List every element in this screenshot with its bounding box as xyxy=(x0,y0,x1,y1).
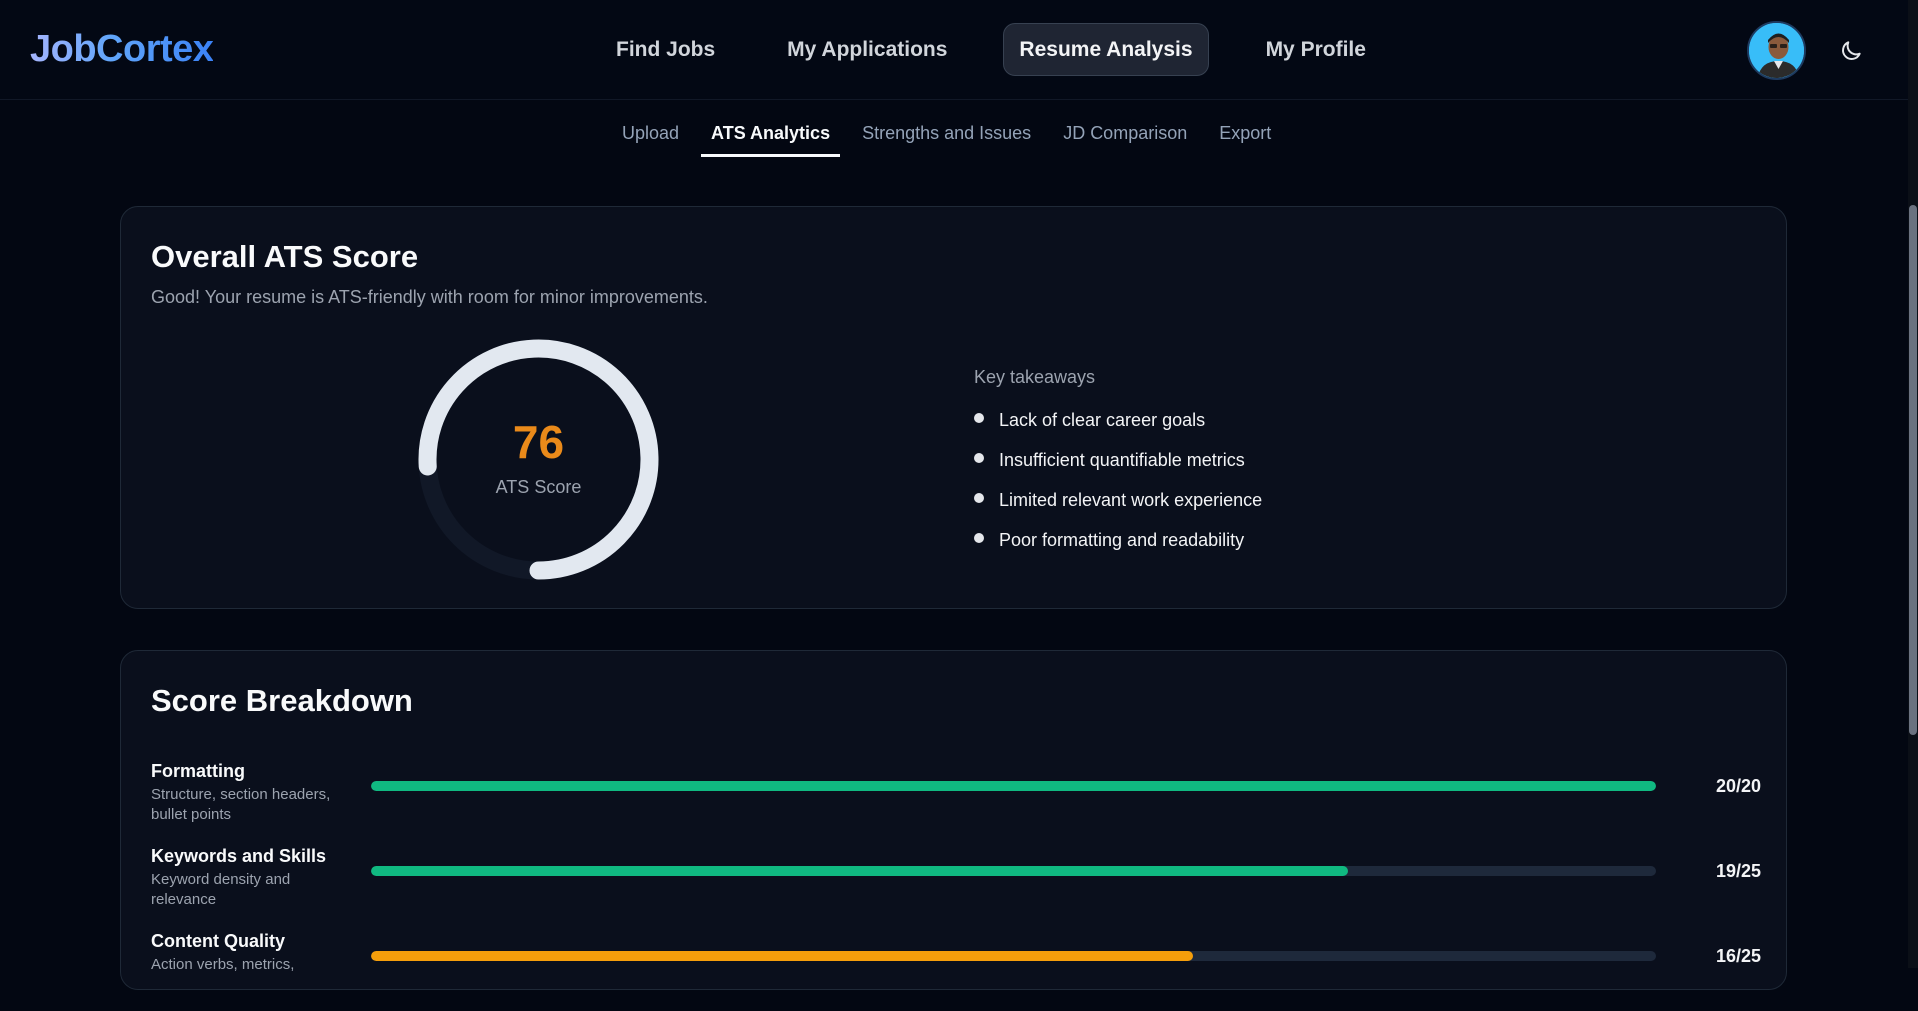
breakdown-row-content-quality: Content Quality Action verbs, metrics, 1… xyxy=(151,931,1761,1011)
ats-score-card: Overall ATS Score Good! Your resume is A… xyxy=(120,206,1787,609)
score-breakdown-title: Score Breakdown xyxy=(151,683,413,718)
ats-score-summary: Good! Your resume is ATS-friendly with r… xyxy=(151,287,708,307)
ats-score-value: 76 xyxy=(512,416,565,468)
takeaway-item: Lack of clear career goals xyxy=(974,410,1262,450)
ats-score-title: Overall ATS Score xyxy=(151,239,419,274)
key-takeaways-title: Key takeaways xyxy=(974,367,1096,387)
nav-my-profile[interactable]: My Profile xyxy=(1250,23,1382,76)
breakdown-score: 19/25 xyxy=(1715,861,1761,881)
ats-score-label: ATS Score xyxy=(495,477,582,497)
top-navigation-bar: JobCortex Find Jobs My Applications Resu… xyxy=(0,0,1908,100)
progress-track xyxy=(371,781,1656,791)
bullet-icon xyxy=(974,413,984,423)
progress-fill xyxy=(371,781,1656,791)
tab-export[interactable]: Export xyxy=(1209,118,1281,157)
takeaway-item: Limited relevant work experience xyxy=(974,490,1262,530)
bullet-icon xyxy=(974,533,984,543)
breakdown-name: Formatting xyxy=(151,761,245,781)
nav-resume-analysis[interactable]: Resume Analysis xyxy=(1003,23,1209,76)
key-takeaways: Key takeaways Lack of clear career goals… xyxy=(974,367,1262,570)
bullet-icon xyxy=(974,453,984,463)
breakdown-description: Structure, section headers, bullet point… xyxy=(151,786,331,823)
page-scrollbar[interactable] xyxy=(1908,0,1918,968)
breakdown-score: 16/25 xyxy=(1715,946,1761,966)
takeaway-item: Poor formatting and readability xyxy=(974,530,1262,570)
moon-icon[interactable] xyxy=(1838,38,1864,64)
bullet-icon xyxy=(974,493,984,503)
progress-fill xyxy=(371,866,1348,876)
user-avatar[interactable] xyxy=(1747,21,1806,80)
takeaway-text: Insufficient quantifiable metrics xyxy=(999,450,1245,470)
avatar-image xyxy=(1749,23,1804,78)
takeaway-text: Poor formatting and readability xyxy=(999,530,1245,550)
breakdown-description: Keyword density and relevance xyxy=(151,871,291,908)
nav-find-jobs[interactable]: Find Jobs xyxy=(600,23,731,76)
breakdown-name: Keywords and Skills xyxy=(151,846,327,866)
breakdown-row-keywords: Keywords and Skills Keyword density and … xyxy=(151,846,1761,926)
breakdown-name: Content Quality xyxy=(151,931,285,951)
breakdown-description: Action verbs, metrics, xyxy=(151,956,295,973)
takeaway-item: Insufficient quantifiable metrics xyxy=(974,450,1262,490)
takeaway-text: Limited relevant work experience xyxy=(999,490,1263,510)
tab-strengths-and-issues[interactable]: Strengths and Issues xyxy=(852,118,1041,157)
tab-ats-analytics[interactable]: ATS Analytics xyxy=(701,118,841,157)
takeaway-text: Lack of clear career goals xyxy=(999,410,1206,430)
tab-jd-comparison[interactable]: JD Comparison xyxy=(1053,118,1197,157)
progress-track xyxy=(371,866,1656,876)
scrollbar-thumb[interactable] xyxy=(1909,205,1917,735)
breakdown-score: 20/20 xyxy=(1715,776,1761,796)
progress-track xyxy=(371,951,1656,961)
main-nav: Find Jobs My Applications Resume Analysi… xyxy=(600,23,1422,76)
ats-score-gauge: 76 ATS Score xyxy=(416,337,661,582)
score-breakdown-card: Score Breakdown Formatting Structure, se… xyxy=(120,650,1787,990)
resume-analysis-tabs: Upload ATS Analytics Strengths and Issue… xyxy=(612,118,1293,157)
app-logo[interactable]: JobCortex xyxy=(30,28,214,71)
breakdown-row-formatting: Formatting Structure, section headers, b… xyxy=(151,761,1761,841)
tab-upload[interactable]: Upload xyxy=(612,118,689,157)
progress-fill xyxy=(371,951,1194,961)
nav-my-applications[interactable]: My Applications xyxy=(771,23,963,76)
